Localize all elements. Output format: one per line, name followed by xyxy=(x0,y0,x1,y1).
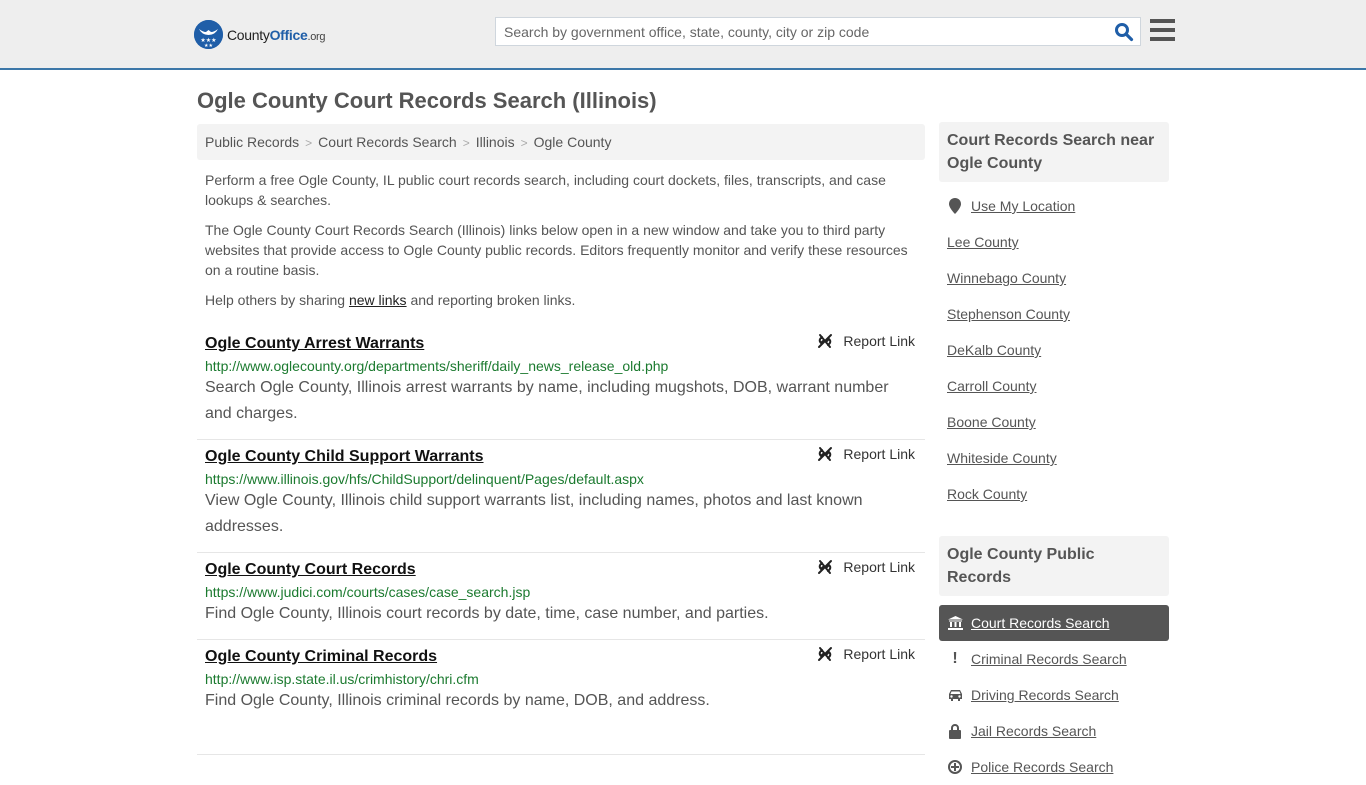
nearby-county-link-winnebago[interactable]: Winnebago County xyxy=(947,270,1066,286)
report-link-label: Report Link xyxy=(843,446,915,462)
nearby-county-item: Boone County xyxy=(939,404,1169,440)
result-title-link[interactable]: Ogle County Child Support Warrants xyxy=(205,448,484,466)
report-link-label: Report Link xyxy=(843,646,915,662)
result-url: https://www.illinois.gov/hfs/ChildSuppor… xyxy=(205,471,644,487)
result-url: https://www.judici.com/courts/cases/case… xyxy=(205,584,531,600)
result-description: Find Ogle County, Illinois court records… xyxy=(205,605,769,622)
nearby-county-link-boone[interactable]: Boone County xyxy=(947,414,1036,430)
lock-icon xyxy=(947,723,963,739)
results-list: Ogle County Arrest Warrants Report Link … xyxy=(197,327,925,755)
nearby-county-item: DeKalb County xyxy=(939,332,1169,368)
intro-paragraph-1: Perform a free Ogle County, IL public co… xyxy=(205,172,886,208)
breadcrumb-court-records-search[interactable]: Court Records Search xyxy=(318,134,457,150)
map-pin-icon xyxy=(947,198,963,214)
report-link-button[interactable]: Report Link xyxy=(817,333,915,349)
jail-records-search-link[interactable]: Jail Records Search xyxy=(971,723,1096,739)
hamburger-menu-icon xyxy=(1150,19,1175,23)
nearby-county-item: Whiteside County xyxy=(939,440,1169,476)
report-link-button[interactable]: Report Link xyxy=(817,646,915,662)
logo-wordmark: CountyOffice.org xyxy=(227,26,326,43)
criminal-records-search-link[interactable]: Criminal Records Search xyxy=(971,651,1127,667)
public-records-item-police[interactable]: Police Records Search xyxy=(939,749,1169,785)
result-item: Ogle County Child Support Warrants Repor… xyxy=(197,440,925,553)
public-records-item-criminal[interactable]: ! Criminal Records Search xyxy=(939,641,1169,677)
police-badge-icon xyxy=(947,760,963,774)
report-link-label: Report Link xyxy=(843,333,915,349)
nearby-county-item: Carroll County xyxy=(939,368,1169,404)
breadcrumb-separator: > xyxy=(520,136,528,150)
result-title-link[interactable]: Ogle County Criminal Records xyxy=(205,648,437,666)
nearby-county-item: Lee County xyxy=(939,224,1169,260)
result-item: Ogle County Court Records Report Link ht… xyxy=(197,553,925,640)
hamburger-bar xyxy=(1150,37,1175,41)
broken-link-icon xyxy=(818,647,833,661)
svg-text:★★: ★★ xyxy=(204,43,213,49)
nearby-county-link-rock[interactable]: Rock County xyxy=(947,486,1027,502)
result-url: http://www.oglecounty.org/departments/sh… xyxy=(205,358,669,374)
breadcrumb-illinois[interactable]: Illinois xyxy=(476,134,515,150)
car-icon xyxy=(947,689,963,701)
report-link-button[interactable]: Report Link xyxy=(817,559,915,575)
page-title: Ogle County Court Records Search (Illino… xyxy=(197,88,657,113)
nearby-county-item: Stephenson County xyxy=(939,296,1169,332)
intro-text: Perform a free Ogle County, IL public co… xyxy=(205,170,917,320)
intro-text-before: Help others by sharing xyxy=(205,292,349,308)
breadcrumb: Public Records > Court Records Search > Illi… xyxy=(197,124,925,160)
broken-link-icon xyxy=(818,560,833,574)
public-records-panel: Ogle County Public Records Court Records… xyxy=(939,536,1169,785)
breadcrumb-separator: > xyxy=(305,136,313,150)
result-description: View Ogle County, Illinois child support… xyxy=(205,492,863,535)
nearby-list: Use My Location Lee County Winnebago Cou… xyxy=(939,188,1169,512)
result-description: Find Ogle County, Illinois criminal reco… xyxy=(205,692,710,709)
eagle-stars-logo-icon: ★★★ ★★ xyxy=(194,20,223,49)
nearby-county-link-stephenson[interactable]: Stephenson County xyxy=(947,306,1070,322)
nearby-county-link-lee[interactable]: Lee County xyxy=(947,234,1019,250)
broken-link-icon xyxy=(818,334,833,348)
nearby-counties-panel: Court Records Search near Ogle County Us… xyxy=(939,122,1169,512)
public-records-heading: Ogle County Public Records xyxy=(939,536,1169,596)
intro-text-after: and reporting broken links. xyxy=(406,292,576,308)
intro-paragraph-3: Help others by sharing new links and rep… xyxy=(205,290,917,310)
hamburger-menu-button[interactable] xyxy=(1150,19,1175,41)
search-icon xyxy=(1115,23,1134,42)
public-records-item-driving[interactable]: Driving Records Search xyxy=(939,677,1169,713)
use-my-location-item: Use My Location xyxy=(939,188,1169,224)
result-title-link[interactable]: Ogle County Arrest Warrants xyxy=(205,335,424,353)
site-header: ★★★ ★★ CountyOffice.org xyxy=(0,0,1366,70)
breadcrumb-ogle-county[interactable]: Ogle County xyxy=(534,134,612,150)
result-item: Ogle County Criminal Records Report Link… xyxy=(197,640,925,755)
courthouse-icon xyxy=(947,616,963,630)
site-logo[interactable]: ★★★ ★★ CountyOffice.org xyxy=(194,20,326,49)
result-description: Search Ogle County, Illinois arrest warr… xyxy=(205,379,889,422)
nearby-county-link-whiteside[interactable]: Whiteside County xyxy=(947,450,1057,466)
hamburger-bar xyxy=(1150,28,1175,32)
site-search xyxy=(495,17,1141,46)
nearby-heading: Court Records Search near Ogle County xyxy=(939,122,1169,182)
nearby-county-item: Winnebago County xyxy=(939,260,1169,296)
nearby-county-item: Rock County xyxy=(939,476,1169,512)
nearby-county-link-dekalb[interactable]: DeKalb County xyxy=(947,342,1041,358)
driving-records-search-link[interactable]: Driving Records Search xyxy=(971,687,1119,703)
search-button[interactable] xyxy=(1114,22,1134,42)
search-input[interactable] xyxy=(496,18,1106,45)
public-records-item-court[interactable]: Court Records Search xyxy=(939,605,1169,641)
use-my-location-link[interactable]: Use My Location xyxy=(971,198,1075,214)
result-item: Ogle County Arrest Warrants Report Link … xyxy=(197,327,925,440)
breadcrumb-public-records[interactable]: Public Records xyxy=(205,134,299,150)
breadcrumb-separator: > xyxy=(462,136,470,150)
broken-link-icon xyxy=(818,447,833,461)
public-records-list: Court Records Search ! Criminal Records … xyxy=(939,605,1169,785)
new-links-link[interactable]: new links xyxy=(349,292,407,308)
intro-paragraph-2: The Ogle County Court Records Search (Il… xyxy=(205,222,908,278)
nearby-county-link-carroll[interactable]: Carroll County xyxy=(947,378,1036,394)
result-url: http://www.isp.state.il.us/crimhistory/c… xyxy=(205,671,479,687)
public-records-item-jail[interactable]: Jail Records Search xyxy=(939,713,1169,749)
court-records-search-link[interactable]: Court Records Search xyxy=(971,615,1110,631)
police-records-search-link[interactable]: Police Records Search xyxy=(971,759,1113,775)
report-link-label: Report Link xyxy=(843,559,915,575)
report-link-button[interactable]: Report Link xyxy=(817,446,915,462)
exclamation-icon: ! xyxy=(952,650,958,667)
result-title-link[interactable]: Ogle County Court Records xyxy=(205,561,416,579)
